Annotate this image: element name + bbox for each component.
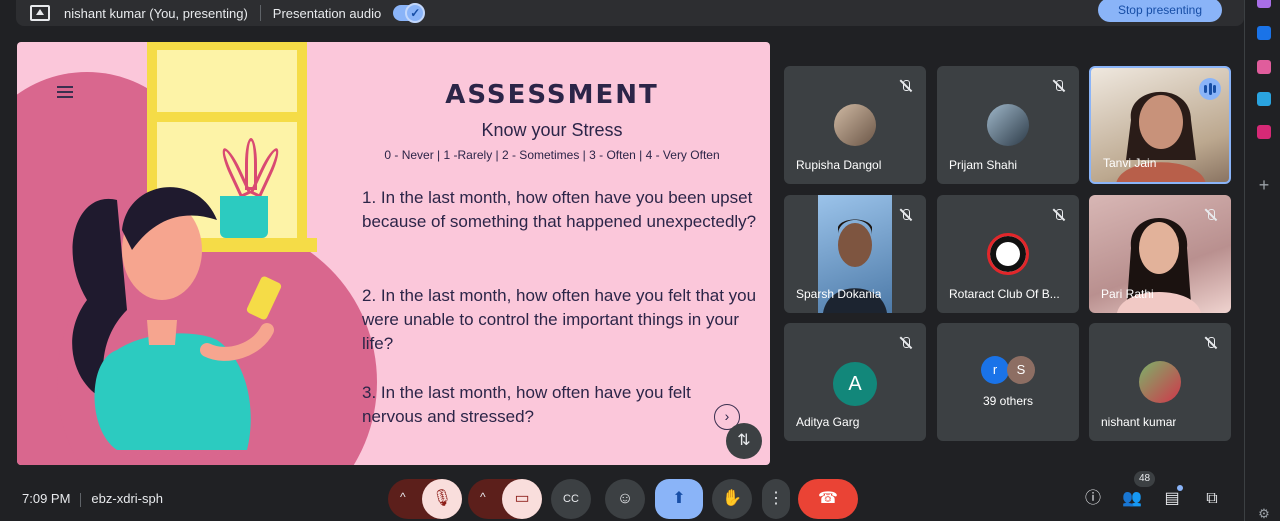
avatar: A [833, 362, 877, 406]
question-1: 1. In the last month, how often have you… [362, 188, 757, 231]
slide-title: ASSESSMENT [445, 80, 659, 110]
raise-hand-button[interactable]: ✋ [712, 479, 752, 519]
question-2: 2. In the last month, how often have you… [362, 286, 757, 353]
meeting-details-info-icon[interactable]: ⓘ [1083, 489, 1103, 509]
mic-off-icon: 🎙 [431, 490, 453, 507]
meeting-info: 7:09 PM ebz-xdri-sph [22, 491, 163, 507]
meeting-code: ebz-xdri-sph [91, 491, 163, 506]
avatar: S [1007, 356, 1035, 384]
avatar [834, 104, 876, 146]
participant-tile[interactable]: Rotaract Club Of B... [937, 195, 1079, 313]
settings-icon[interactable]: ⚙ [1257, 507, 1271, 521]
camera-off-icon: ▭ [514, 490, 530, 507]
participant-name: Aditya Garg [796, 415, 860, 429]
participant-tile[interactable]: nishant kumar [1089, 323, 1231, 441]
menu-icon[interactable] [57, 86, 73, 98]
drop-icon[interactable] [1257, 60, 1271, 74]
camera-toggle-button[interactable]: ▭ [502, 479, 542, 519]
club-logo [987, 233, 1029, 275]
participant-name: Sparsh Dokania [796, 287, 882, 301]
avatar [987, 104, 1029, 146]
participant-tile[interactable]: Sparsh Dokania [784, 195, 926, 313]
mic-off-icon [1049, 205, 1069, 225]
participant-tile[interactable]: Prijam Shahi [937, 66, 1079, 184]
captions-button[interactable]: CC [551, 479, 591, 519]
people-icon[interactable]: 👥 [1122, 489, 1142, 509]
mic-off-icon [896, 205, 916, 225]
meet-window: nishant kumar (You, presenting) Presenta… [0, 0, 1280, 521]
control-bar: 7:09 PM ebz-xdri-sph ^ 🎙 ^ ▭ CC ☺ ⬆ ✋ ⋮ ☎… [0, 471, 1244, 521]
people-count-badge: 48 [1134, 471, 1156, 487]
copilot-icon[interactable] [1257, 0, 1271, 8]
more-vert-icon: ⋮ [768, 490, 784, 507]
meeting-time: 7:09 PM [22, 491, 71, 506]
slide-subtitle: Know your Stress [481, 120, 623, 140]
camera-options-chevron-up-icon[interactable]: ^ [480, 491, 492, 503]
hand-icon: ✋ [722, 490, 742, 507]
mic-off-icon [896, 76, 916, 96]
hang-up-icon: ☎ [818, 490, 838, 507]
participant-name: Rotaract Club Of B... [949, 287, 1060, 301]
mic-toggle-button[interactable]: 🎙 [422, 479, 462, 519]
presentation-audio-label: Presentation audio [272, 5, 382, 21]
camera-control-group: ^ ▭ [468, 479, 542, 519]
add-icon[interactable]: + [1257, 176, 1271, 194]
instagram-icon[interactable] [1257, 125, 1271, 139]
captions-icon: CC [563, 493, 579, 505]
leave-call-button[interactable]: ☎ [798, 479, 858, 519]
reactions-button[interactable]: ☺ [605, 479, 645, 519]
participant-tile[interactable]: Pari Rathi [1089, 195, 1231, 313]
swap-arrows-icon: ⇅ [737, 432, 751, 449]
participant-name: nishant kumar [1101, 415, 1177, 429]
presenting-bar: nishant kumar (You, presenting) Presenta… [16, 0, 1244, 26]
present-screen-icon: ⬆ [672, 490, 686, 507]
participant-tile[interactable]: A Aditya Garg [784, 323, 926, 441]
others-count: 39 others [982, 394, 1034, 408]
stop-presenting-button[interactable]: Stop presenting [1097, 0, 1222, 22]
chat-unread-dot [1177, 485, 1183, 491]
participant-name: Pari Rathi [1101, 287, 1154, 301]
present-screen-icon [30, 5, 50, 21]
mic-off-icon [896, 333, 916, 353]
mic-off-icon [1201, 333, 1221, 353]
emoji-icon: ☺ [616, 490, 634, 507]
participant-tile[interactable]: Rupisha Dangol [784, 66, 926, 184]
chat-icon[interactable]: ▤ [1162, 489, 1182, 509]
swap-layout-button[interactable]: ⇅ [726, 423, 762, 459]
participant-name: Rupisha Dangol [796, 158, 882, 172]
participant-name: Tanvi Jain [1103, 156, 1157, 170]
chevron-right-icon: › [724, 408, 730, 424]
mic-control-group: ^ 🎙 [388, 479, 462, 519]
others-tile[interactable]: r S 39 others [937, 323, 1079, 441]
avatar [1139, 361, 1181, 403]
woman-reading-illustration [72, 187, 282, 450]
divider [259, 5, 261, 21]
present-now-button[interactable]: ⬆ [655, 479, 703, 519]
question-3: 3. In the last month, how often have you… [362, 383, 691, 426]
more-options-button[interactable]: ⋮ [762, 479, 790, 519]
presenter-label: nishant kumar (You, presenting) [64, 5, 248, 21]
participant-name: Prijam Shahi [949, 158, 1018, 172]
outlook-icon[interactable] [1257, 26, 1271, 40]
checkmark-icon: ✓ [405, 3, 426, 23]
avatar: r [981, 356, 1009, 384]
activities-icon[interactable]: ⧉ [1202, 489, 1222, 509]
participant-tile-active[interactable]: Tanvi Jain [1089, 66, 1231, 184]
presentation-audio-toggle[interactable]: ✓ [393, 3, 426, 23]
telegram-icon[interactable] [1257, 92, 1271, 106]
mic-off-icon [1049, 76, 1069, 96]
mic-off-icon [1201, 205, 1221, 225]
mic-options-chevron-up-icon[interactable]: ^ [400, 491, 412, 503]
shared-slide: ASSESSMENT Know your Stress 0 - Never | … [17, 42, 770, 465]
side-app-strip: + ⚙ [1244, 0, 1280, 521]
rating-scale: 0 - Never | 1 -Rarely | 2 - Sometimes | … [384, 148, 720, 162]
